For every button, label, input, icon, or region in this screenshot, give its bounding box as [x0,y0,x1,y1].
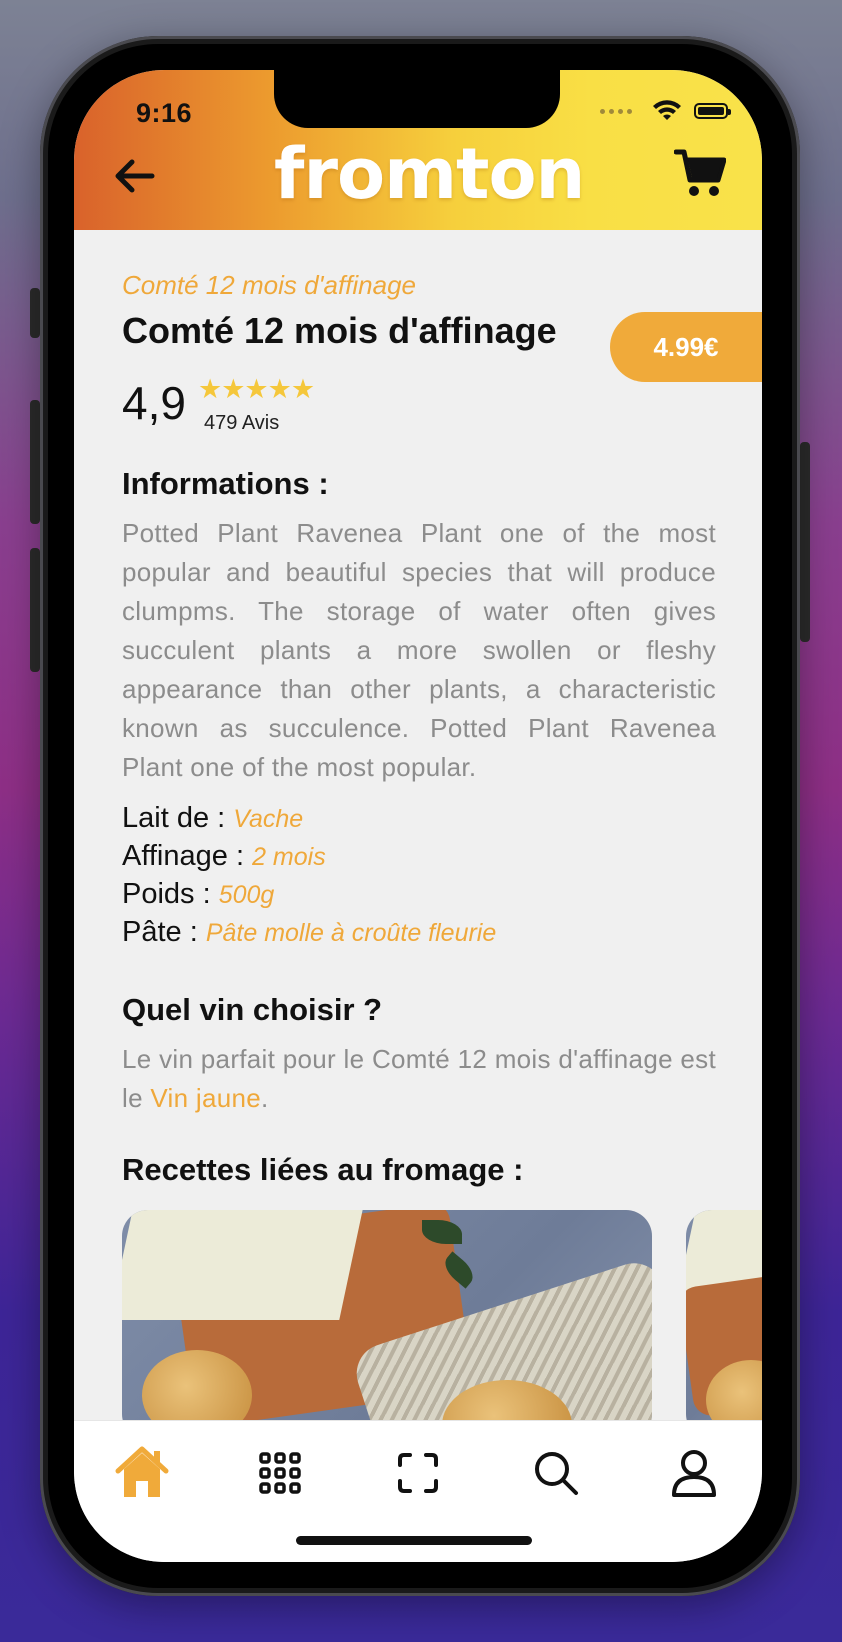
home-icon[interactable] [112,1443,172,1503]
informations-heading: Informations : [122,466,329,501]
volume-up-button [30,400,40,524]
spec-aging: Affinage : 2 mois [122,840,326,873]
volume-down-button [30,548,40,672]
price-badge[interactable]: 4.99€ [610,312,762,382]
arrow-left-icon[interactable] [112,154,156,198]
informations-text: Potted Plant Ravenea Plant one of the mo… [122,518,716,782]
wine-text-after: . [261,1083,269,1113]
wine-heading: Quel vin choisir ? [122,992,383,1027]
spec-milk-value: Vache [233,805,304,833]
wifi-icon [653,100,681,120]
recipe-card[interactable] [122,1210,652,1440]
battery-icon [694,103,731,119]
spec-paste-label: Pâte : [122,916,206,948]
scan-icon[interactable] [388,1443,448,1503]
home-indicator[interactable] [296,1536,532,1545]
wine-text: Le vin parfait pour le Comté 12 mois d'a… [122,1040,716,1118]
status-time: 9:16 [136,98,193,128]
app-screen: 9:16 fromton Comté 12 mois d'affinage Co… [74,70,762,1562]
product-subtitle: Comté 12 mois d'affinage [122,270,417,300]
power-button [800,442,810,642]
review-count[interactable]: 479 Avis [204,412,279,435]
spec-paste-value: Pâte molle à croûte fleurie [205,919,497,947]
recipe-card[interactable] [686,1210,762,1440]
fromton-logo: fromton [274,133,585,215]
spec-weight-label: Poids : [122,878,219,910]
product-title: Comté 12 mois d'affinage [122,310,557,351]
cart-icon[interactable] [674,148,726,198]
rating-value: 4,9 [122,377,186,429]
grid-icon[interactable] [250,1443,310,1503]
user-icon[interactable] [664,1443,724,1503]
notch [274,70,560,128]
spec-weight: Poids : 500g [122,878,274,911]
spec-milk: Lait de : Vache [122,802,303,835]
signal-icon [600,108,632,114]
spec-aging-value: 2 mois [252,843,326,871]
status-icons [600,100,731,122]
spec-weight-value: 500g [218,881,275,909]
search-icon[interactable] [526,1443,586,1503]
mute-switch [30,288,40,338]
spec-aging-label: Affinage : [122,840,253,872]
spec-milk-label: Lait de : [122,802,234,834]
wine-name-link[interactable]: Vin jaune [150,1083,261,1113]
spec-paste: Pâte : Pâte molle à croûte fleurie [122,916,496,949]
rating-stars-icon: ★★★★★ [198,374,315,404]
app-header: 9:16 fromton [74,70,762,230]
recipes-heading: Recettes liées au fromage : [122,1152,524,1187]
